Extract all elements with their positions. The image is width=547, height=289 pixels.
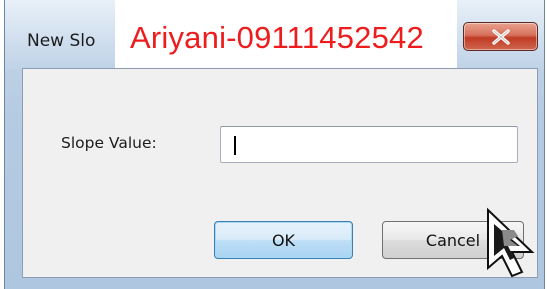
- watermark-text: Ariyani-09111452542: [130, 20, 424, 55]
- ok-button[interactable]: OK: [214, 221, 353, 259]
- slope-value-input[interactable]: [220, 126, 518, 163]
- close-button[interactable]: [463, 22, 538, 51]
- text-caret: [234, 136, 236, 155]
- dialog-client-area: Slope Value: OK Cancel: [22, 68, 538, 278]
- dialog-title: New Slo: [27, 31, 96, 51]
- close-icon: [491, 28, 510, 45]
- app-logo-cursor-icon: [487, 207, 535, 278]
- slope-value-label: Slope Value:: [61, 134, 157, 152]
